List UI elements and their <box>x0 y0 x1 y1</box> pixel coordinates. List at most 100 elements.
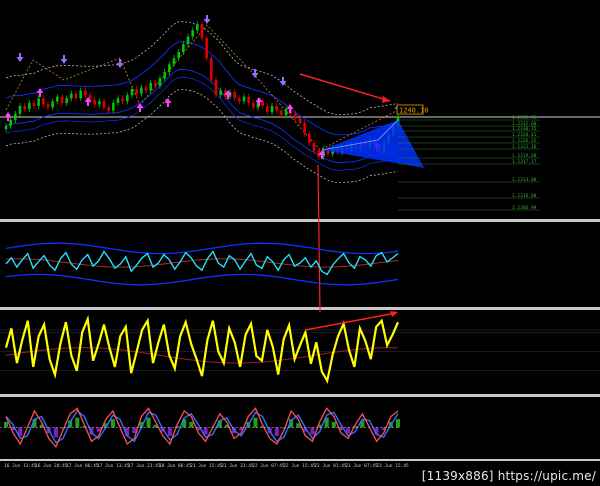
fractal-down-arrow-stem <box>7 117 9 121</box>
histogram-bar <box>310 427 315 435</box>
watermark: [1139x886] https://upic.me/ <box>421 469 596 483</box>
fib-level-label: 1.2328.41 <box>512 132 537 138</box>
fractal-up-arrow-stem <box>206 15 208 19</box>
candle-body <box>98 101 101 105</box>
candle-body <box>51 101 54 108</box>
fib-level-label: 1.2330.35 <box>512 126 537 132</box>
time-tick-label: 23 Jun 07:45 <box>345 463 378 469</box>
candle-body <box>238 98 241 102</box>
candle-body <box>23 105 26 110</box>
fib-level-label: 1.2323.16 <box>512 144 537 150</box>
fib-level-label: 1.2317.17 <box>512 159 537 165</box>
fractal-down-arrow-stem <box>289 109 291 113</box>
candle-body <box>121 98 124 102</box>
trading-chart: 1.2333.751.2332.601.2330.351.2328.411.23… <box>0 0 600 486</box>
candle-body <box>135 89 138 94</box>
candle-body <box>70 93 73 99</box>
fib-level-label: 1.2333.75 <box>512 115 537 121</box>
candle-body <box>312 143 316 151</box>
candle-body <box>74 93 78 99</box>
candle-body <box>172 58 176 65</box>
candle-body <box>56 96 59 102</box>
candle-body <box>126 95 129 102</box>
fib-level-label: 1.2319.68 <box>512 153 537 159</box>
time-tick-label: 17 Jun 23:45 <box>128 463 161 469</box>
candle-body <box>252 102 255 108</box>
histogram-bar <box>396 419 400 428</box>
candle-body <box>37 98 40 106</box>
candle-body <box>60 96 64 103</box>
candle-body <box>140 87 143 94</box>
candle-body <box>191 30 194 37</box>
candle-body <box>46 104 50 108</box>
candle-body <box>275 105 278 111</box>
fractal-up-arrow-stem <box>19 53 21 57</box>
candle-body <box>130 89 134 96</box>
candle-body <box>168 64 171 73</box>
candle-body <box>102 101 106 108</box>
fractal-down-arrow-stem <box>321 155 323 159</box>
fractal-up-arrow-stem <box>63 55 65 59</box>
candle-body <box>84 90 87 96</box>
fractal-up-arrow-stem <box>254 69 256 73</box>
candle-body <box>182 44 185 52</box>
histogram-bar <box>75 417 80 428</box>
candle-body <box>205 38 208 59</box>
pane-separator-2[interactable] <box>0 307 600 310</box>
candle-body <box>149 82 152 91</box>
time-axis: 16 Jun 13:4516 Jun 20:4517 Jun 06:4517 J… <box>4 463 409 469</box>
fractal-down-arrow-stem <box>39 93 41 97</box>
histogram-bar <box>53 427 58 438</box>
candle-body <box>163 72 166 79</box>
candle-body <box>79 90 82 99</box>
fib-level-label: 1.2306.99 <box>512 205 537 211</box>
fractal-down-arrow-stem <box>167 103 169 107</box>
candle-body <box>200 24 204 39</box>
time-tick-label: 21 Jun 23:45 <box>221 463 254 469</box>
candle-body <box>32 102 36 106</box>
histogram-bar <box>274 427 279 436</box>
candle-body <box>144 87 148 91</box>
candle-body <box>158 78 162 86</box>
time-tick-label: 22 Jun 15:45 <box>283 463 316 469</box>
time-tick-label: 17 Jun 06:45 <box>66 463 99 469</box>
fib-level-label: 1.2326.25 <box>512 138 537 144</box>
candle-body <box>270 105 274 113</box>
candle-body <box>298 118 302 123</box>
histogram-bar <box>167 427 172 436</box>
fractal-up-arrow-stem <box>119 59 121 63</box>
fractal-down-arrow-stem <box>139 108 141 112</box>
pane-separator-3[interactable] <box>0 394 600 397</box>
candle-body <box>242 96 246 102</box>
fractal-up-arrow-stem <box>282 77 284 81</box>
time-tick-label: 17 Jun 13:45 <box>97 463 130 469</box>
candle-body <box>9 119 12 127</box>
fractal-down-arrow-stem <box>87 102 89 106</box>
time-tick-label: 23 Jun 15:45 <box>376 463 409 469</box>
time-tick-label: 23 Jun 01:45 <box>314 463 347 469</box>
pane-separator-1[interactable] <box>0 219 600 222</box>
fib-level-label: 1.2310.60 <box>512 193 537 199</box>
current-price-label: 1240.10 <box>396 104 429 115</box>
histogram-bar <box>4 421 8 428</box>
time-tick-label: 18 Jun 06:45 <box>159 463 192 469</box>
candle-body <box>186 36 190 45</box>
candle-body <box>214 79 218 96</box>
candle-body <box>177 51 180 59</box>
candle-body <box>219 90 222 96</box>
candle-body <box>266 105 269 113</box>
time-tick-label: 22 Jun 07:45 <box>252 463 285 469</box>
candle-body <box>210 58 213 80</box>
candle-body <box>196 24 199 31</box>
candle-body <box>303 122 306 134</box>
candle-body <box>280 110 283 116</box>
candle-body <box>261 101 264 106</box>
candle-body <box>233 92 236 99</box>
candle-body <box>93 99 96 105</box>
candle-body <box>4 126 8 130</box>
candle-body <box>14 113 17 120</box>
candle-body <box>28 102 31 110</box>
time-tick-label: 21 Jun 15:45 <box>190 463 223 469</box>
histogram-bar <box>189 421 194 428</box>
time-tick-label: 16 Jun 20:45 <box>35 463 68 469</box>
